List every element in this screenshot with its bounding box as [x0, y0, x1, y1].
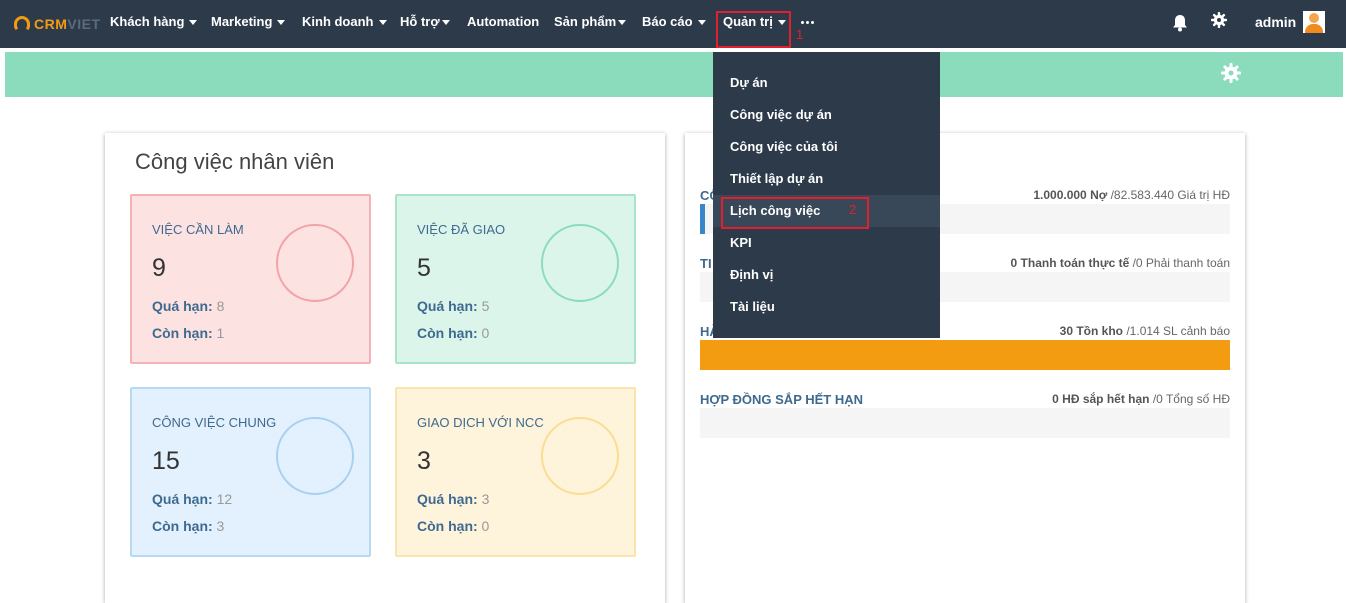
caret-down-icon — [618, 20, 627, 26]
nav-label: Automation — [467, 14, 540, 29]
menu-item-cong-viec-cua-toi[interactable]: Công việc của tôi — [730, 139, 838, 154]
card-remaining: Còn hạn: 0 — [417, 518, 490, 534]
caret-down-icon — [277, 20, 286, 26]
menu-item-kpi[interactable]: KPI — [730, 235, 752, 250]
annotation-label-2: 2 — [849, 202, 857, 217]
progress-bar — [700, 408, 1230, 438]
annotation-label-1: 1 — [796, 27, 804, 42]
annotation-box-2 — [721, 197, 869, 229]
nav-san-pham[interactable]: Sản phẩm — [554, 14, 627, 29]
annotation-box-1 — [716, 11, 791, 48]
card-count: 5 — [417, 254, 431, 282]
row-value: 30 Tồn kho /1.014 SL cảnh báo — [1059, 324, 1230, 338]
nav-bao-cao[interactable]: Báo cáo — [642, 14, 706, 29]
task-card-todo[interactable]: VIỆC CẦN LÀM 9 Quá hạn: 8 Còn hạn: 1 — [130, 194, 371, 364]
row-value: 0 Thanh toán thực tế /0 Phải thanh toán — [1010, 256, 1230, 270]
nav-khach-hang[interactable]: Khách hàng — [110, 14, 198, 29]
nav-label: Marketing — [211, 14, 273, 29]
logo-text-crm: CRM — [34, 16, 68, 32]
caret-down-icon — [697, 20, 706, 26]
top-navbar: CRM VIET Khách hàng Marketing Kinh doanh… — [0, 0, 1346, 48]
employee-tasks-panel: Công việc nhân viên VIỆC CẦN LÀM 9 Quá h… — [105, 133, 665, 603]
nav-marketing[interactable]: Marketing — [211, 14, 286, 29]
caret-down-icon — [189, 20, 198, 26]
menu-item-du-an[interactable]: Dự án — [730, 75, 768, 90]
row-value: 0 HĐ sắp hết hạn /0 Tổng số HĐ — [1052, 392, 1230, 406]
nav-label: Kinh doanh — [302, 14, 374, 29]
admin-dropdown-menu: Dự án Công việc dự án Công việc của tôi … — [713, 52, 940, 338]
nav-label: Sản phẩm — [554, 14, 617, 29]
card-overdue: Quá hạn: 12 — [152, 491, 233, 507]
circle-icon — [276, 224, 354, 302]
nav-automation[interactable]: Automation — [467, 14, 539, 29]
card-count: 9 — [152, 254, 166, 282]
logo-text-viet: VIET — [67, 16, 101, 32]
task-card-assigned[interactable]: VIỆC ĐÃ GIAO 5 Quá hạn: 5 Còn hạn: 0 — [395, 194, 636, 364]
task-card-common[interactable]: CÔNG VIỆC CHUNG 15 Quá hạn: 12 Còn hạn: … — [130, 387, 371, 557]
task-card-supplier[interactable]: GIAO DỊCH VỚI NCC 3 Quá hạn: 3 Còn hạn: … — [395, 387, 636, 557]
nav-label: Hỗ trợ — [400, 14, 440, 29]
toolbar-strip — [5, 52, 1343, 97]
ellipsis-icon[interactable] — [801, 21, 814, 24]
progress-fill — [700, 340, 1230, 370]
circle-icon — [541, 417, 619, 495]
progress-bar — [700, 340, 1230, 370]
card-title: VIỆC ĐÃ GIAO — [417, 222, 506, 237]
progress-fill — [700, 204, 705, 234]
circle-icon — [276, 417, 354, 495]
row-label: TI — [700, 256, 712, 271]
row-label: HỢP ĐỒNG SẮP HẾT HẠN — [700, 392, 864, 407]
card-remaining: Còn hạn: 1 — [152, 325, 225, 341]
caret-down-icon — [378, 20, 387, 26]
card-title: VIỆC CẦN LÀM — [152, 222, 244, 237]
card-title: CÔNG VIỆC CHUNG — [152, 415, 277, 430]
caret-down-icon — [441, 20, 450, 26]
card-overdue: Quá hạn: 8 — [152, 298, 225, 314]
gear-icon[interactable] — [1211, 12, 1227, 28]
card-overdue: Quá hạn: 3 — [417, 491, 490, 507]
menu-item-tai-lieu[interactable]: Tài liệu — [730, 299, 775, 314]
menu-item-thiet-lap-du-an[interactable]: Thiết lập dự án — [730, 171, 823, 186]
card-count: 3 — [417, 447, 431, 475]
panel-title: Công việc nhân viên — [135, 149, 335, 174]
avatar[interactable] — [1303, 11, 1325, 33]
nav-ho-tro[interactable]: Hỗ trợ — [400, 14, 450, 29]
card-title: GIAO DỊCH VỚI NCC — [417, 415, 544, 430]
user-name[interactable]: admin — [1255, 14, 1296, 30]
row-value: 1.000.000 Nợ /82.583.440 Giá trị HĐ — [1033, 188, 1230, 202]
menu-item-dinh-vi[interactable]: Định vị — [730, 267, 773, 282]
nav-label: Báo cáo — [642, 14, 693, 29]
card-remaining: Còn hạn: 0 — [417, 325, 490, 341]
logo-icon — [14, 16, 30, 32]
nav-kinh-doanh[interactable]: Kinh doanh — [302, 14, 387, 29]
bell-icon[interactable] — [1172, 14, 1188, 32]
card-remaining: Còn hạn: 3 — [152, 518, 225, 534]
nav-label: Khách hàng — [110, 14, 185, 29]
card-overdue: Quá hạn: 5 — [417, 298, 490, 314]
menu-item-cong-viec-du-an[interactable]: Công việc dự án — [730, 107, 832, 122]
card-count: 15 — [152, 447, 180, 475]
circle-icon — [541, 224, 619, 302]
logo[interactable]: CRM VIET — [14, 14, 101, 34]
gear-icon[interactable] — [1221, 63, 1241, 83]
